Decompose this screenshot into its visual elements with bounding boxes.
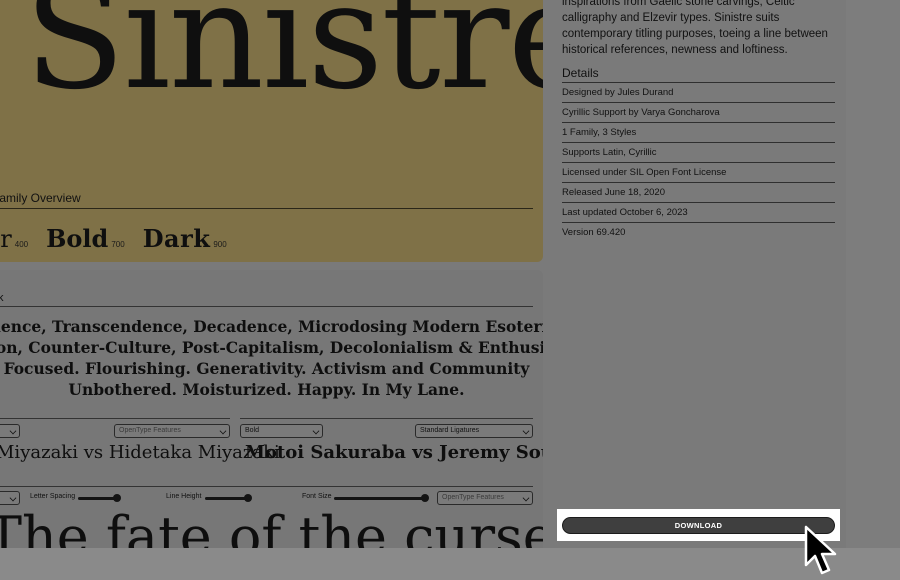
style-bold[interactable]: Bold 700 bbox=[46, 224, 125, 253]
style-name: Dark bbox=[142, 224, 211, 253]
slider-handle[interactable] bbox=[113, 494, 121, 502]
detail-family: 1 Family, 3 Styles bbox=[562, 122, 835, 142]
style-weight: 900 bbox=[213, 240, 227, 249]
style-dark[interactable]: Dark 900 bbox=[143, 224, 227, 253]
chevron-down-icon bbox=[522, 494, 530, 502]
style-name: Bold bbox=[46, 224, 109, 253]
page-margin bbox=[846, 0, 900, 548]
opentype-select-left[interactable]: OpenType Features bbox=[114, 424, 230, 438]
sample-line: Unbothered. Moisturized. Happy. In My La… bbox=[68, 380, 465, 399]
divider bbox=[0, 418, 230, 419]
letter-spacing-slider[interactable] bbox=[78, 497, 118, 500]
bottom-bar bbox=[0, 548, 900, 580]
description-line: inspirations from Gaelic stone carvings,… bbox=[562, 0, 795, 8]
font-description: inspirations from Gaelic stone carvings,… bbox=[562, 0, 836, 58]
select-value: OpenType Features bbox=[119, 427, 181, 434]
slider-handle[interactable] bbox=[244, 494, 252, 502]
chevron-down-icon bbox=[9, 427, 17, 435]
font-size-label: Font Size bbox=[302, 493, 332, 500]
description-text: inspirations from Gaelic stone carvings,… bbox=[562, 0, 836, 58]
style-weight: 400 bbox=[14, 240, 29, 249]
style-select-right[interactable]: Bold bbox=[240, 424, 323, 438]
letter-spacing-label: Letter Spacing bbox=[30, 493, 76, 500]
detail-version: Version 69.420 bbox=[562, 222, 835, 242]
divider bbox=[240, 418, 533, 419]
tester-label: k bbox=[0, 292, 4, 304]
style-regular[interactable]: ar 400 bbox=[0, 225, 28, 253]
sample-line: ion, Counter-Culture, Post-Capitalism, D… bbox=[0, 338, 543, 357]
download-button[interactable]: DOWNLOAD bbox=[562, 517, 835, 534]
sample-line: Focused. Flourishing. Generativity. Acti… bbox=[3, 359, 530, 378]
description-line: contemporary titling purposes, toeing a … bbox=[562, 28, 828, 40]
select-value: OpenType Features bbox=[442, 494, 504, 501]
opentype-select-bottom[interactable]: OpenType Features bbox=[437, 491, 533, 505]
select-value: Standard Ligatures bbox=[420, 427, 480, 434]
chevron-down-icon bbox=[9, 494, 17, 502]
large-sample-text[interactable]: The fate of the cursed bbox=[0, 510, 543, 549]
type-tester-card: k dence, Transcendence, Decadence, Micro… bbox=[0, 270, 543, 548]
compare-right-text[interactable]: Motoi Sakuraba vs Jeremy Soule bbox=[245, 442, 543, 463]
detail-support: Supports Latin, Cyrillic bbox=[562, 142, 835, 162]
detail-released: Released June 18, 2020 bbox=[562, 182, 835, 202]
compare-left-text[interactable]: Miyazaki vs Hidetaka Miyazaki bbox=[0, 442, 280, 463]
page: Sinistre Family Overview ar 400 Bold 700… bbox=[0, 0, 900, 580]
style-select-bottom[interactable] bbox=[0, 491, 20, 505]
details-heading: Details bbox=[562, 66, 599, 80]
details-list: Designed by Jules Durand Cyrillic Suppor… bbox=[562, 82, 835, 242]
styles-row: ar 400 Bold 700 Dark 900 bbox=[0, 224, 227, 253]
description-line: calligraphy and Elzevir types. Sinistre … bbox=[562, 12, 780, 24]
font-hero-card: Sinistre Family Overview ar 400 Bold 700… bbox=[0, 0, 543, 262]
style-name: ar bbox=[0, 225, 12, 253]
chevron-down-icon bbox=[522, 427, 530, 435]
font-title: Sinistre bbox=[24, 0, 543, 122]
sample-paragraph[interactable]: dence, Transcendence, Decadence, Microdo… bbox=[0, 316, 543, 400]
divider bbox=[0, 208, 533, 209]
style-weight: 700 bbox=[111, 240, 125, 249]
detail-updated: Last updated October 6, 2023 bbox=[562, 202, 835, 222]
line-height-label: Line Height bbox=[166, 493, 202, 500]
description-line: historical references, newness and lofti… bbox=[562, 44, 788, 56]
detail-cyrillic: Cyrillic Support by Varya Goncharova bbox=[562, 102, 835, 122]
chevron-down-icon bbox=[312, 427, 320, 435]
mouse-pointer-icon bbox=[804, 525, 837, 575]
sample-line: dence, Transcendence, Decadence, Microdo… bbox=[0, 317, 543, 336]
family-overview-label: Family Overview bbox=[0, 191, 81, 205]
detail-designer: Designed by Jules Durand bbox=[562, 82, 835, 102]
divider bbox=[0, 486, 533, 487]
slider-handle[interactable] bbox=[421, 494, 429, 502]
opentype-select-right[interactable]: Standard Ligatures bbox=[415, 424, 533, 438]
style-select-left[interactable] bbox=[0, 424, 20, 438]
chevron-down-icon bbox=[219, 427, 227, 435]
divider bbox=[0, 306, 533, 307]
detail-license[interactable]: Licensed under SIL Open Font License bbox=[562, 162, 835, 182]
font-size-slider[interactable] bbox=[334, 497, 428, 500]
select-value: Bold bbox=[245, 427, 260, 434]
